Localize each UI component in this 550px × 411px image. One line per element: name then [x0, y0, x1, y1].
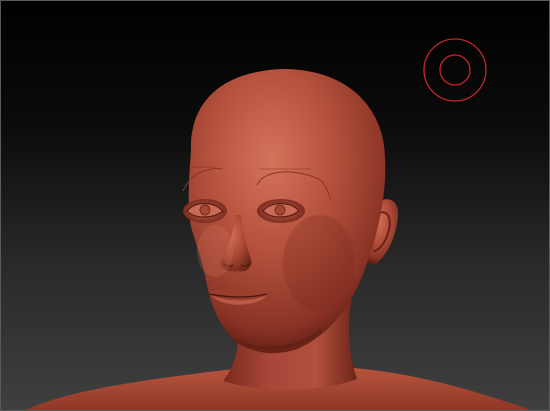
sculpt-canvas[interactable] — [1, 1, 550, 411]
cheek-left-highlight — [197, 225, 233, 277]
cheek-right-shade — [283, 215, 355, 311]
sculpt-viewport[interactable] — [0, 0, 550, 411]
brush-cursor-icon[interactable] — [423, 38, 487, 102]
iris-right — [274, 204, 286, 216]
iris-left — [199, 204, 211, 216]
